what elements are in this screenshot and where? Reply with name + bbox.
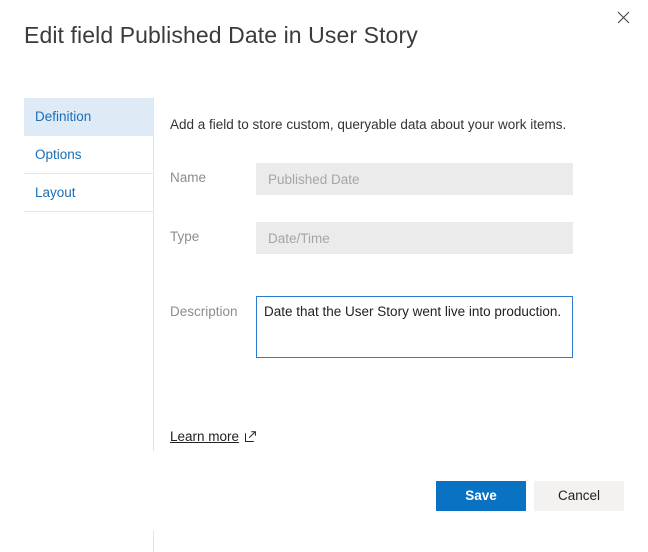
close-icon (617, 11, 630, 24)
type-label: Type (170, 229, 200, 244)
form-row-name: Name (170, 163, 590, 195)
pivot-item-layout[interactable]: Layout (24, 174, 153, 212)
pivot-item-options[interactable]: Options (24, 136, 153, 174)
pane-intro-text: Add a field to store custom, queryable d… (170, 117, 567, 132)
type-input[interactable] (256, 222, 573, 254)
cancel-button[interactable]: Cancel (534, 481, 624, 511)
pivot-rail: Definition Options Layout (24, 98, 153, 212)
name-input[interactable] (256, 163, 573, 195)
pivot-item-label: Layout (35, 185, 76, 200)
definition-pane: Add a field to store custom, queryable d… (170, 98, 590, 358)
learn-more-link[interactable]: Learn more (170, 429, 256, 444)
pivot-item-definition[interactable]: Definition (24, 98, 153, 136)
description-textarea[interactable] (256, 296, 573, 358)
pane-divider (153, 97, 154, 451)
dialog-footer: Save Cancel (436, 481, 624, 511)
close-button[interactable] (607, 3, 639, 31)
form-row-type: Type (170, 222, 590, 254)
form-row-description: Description (170, 296, 590, 358)
edit-field-dialog: Edit field Published Date in User Story … (0, 0, 648, 552)
pane-divider-lower (153, 530, 154, 552)
name-label: Name (170, 170, 207, 185)
external-link-icon (245, 431, 256, 442)
description-label: Description (170, 304, 238, 319)
save-button[interactable]: Save (436, 481, 526, 511)
page-title: Edit field Published Date in User Story (24, 22, 418, 48)
pivot-item-label: Options (35, 147, 82, 162)
learn-more-label: Learn more (170, 429, 240, 444)
dialog-header: Edit field Published Date in User Story (0, 0, 648, 88)
pivot-item-label: Definition (35, 109, 92, 124)
